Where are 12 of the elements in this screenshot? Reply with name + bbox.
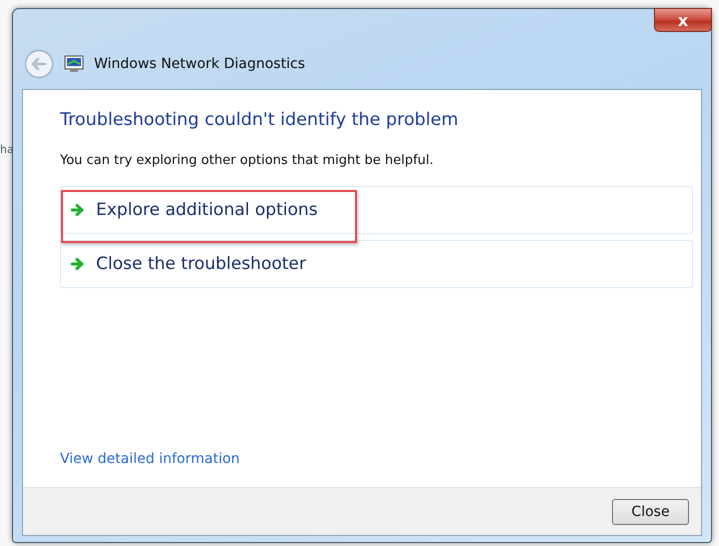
window-title: Windows Network Diagnostics (94, 56, 306, 72)
window-close-button[interactable]: x (654, 8, 712, 32)
option-link[interactable]: Close the troubleshooter (60, 240, 693, 288)
option-link[interactable]: Explore additional options (60, 186, 693, 234)
arrow-icon (71, 203, 86, 217)
heading: Troubleshooting couldn't identify the problem (60, 110, 460, 130)
network-icon (64, 55, 84, 73)
details-link[interactable]: View detailed information (60, 451, 693, 467)
close-dialog-button[interactable]: Close (612, 498, 689, 524)
arrow-icon (71, 257, 86, 271)
back-icon[interactable] (24, 49, 54, 79)
message-text: You can try exploring other options that might be helpful. (60, 153, 435, 168)
